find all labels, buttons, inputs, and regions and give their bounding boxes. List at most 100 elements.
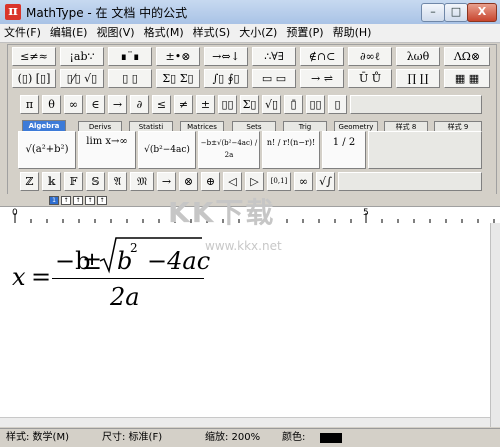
watermark-logo: KK下载 [168, 196, 276, 229]
tab-algebra[interactable]: Algebra [22, 120, 66, 131]
blackboard-k-button[interactable]: 𝕜 [42, 172, 61, 191]
arrow-symbols-button[interactable]: →⇔↓ [204, 47, 248, 66]
partial-derivative-button[interactable]: ∂ [130, 95, 149, 114]
not-equal-button[interactable]: ≠ [174, 95, 193, 114]
integral-button[interactable]: ∫▯ ∮▯ [204, 69, 248, 88]
underbar-overbar-button[interactable]: ▭ ▭ [252, 69, 296, 88]
size-sub-button[interactable]: ↑ [61, 196, 71, 205]
watermark-url: www.kkx.net [205, 239, 282, 253]
equation-editor[interactable]: KK下载 www.kkx.net x = −b ± b 2 −4ac 2a [0, 196, 490, 427]
plus-minus-button[interactable]: ± [196, 95, 215, 114]
empty-symbol-bar [338, 172, 482, 191]
fraction-bar [52, 278, 204, 279]
infinity-button[interactable]: ∞ [294, 172, 313, 191]
circled-plus-button[interactable]: ⊕ [201, 172, 220, 191]
menu-help[interactable]: 帮助(H) [329, 24, 377, 41]
menu-size[interactable]: 大小(Z) [235, 24, 282, 41]
tab-sets[interactable]: Sets [232, 121, 276, 131]
left-triangle-button[interactable]: ◁ [223, 172, 242, 191]
template-combination[interactable]: n! / r!(n−r)! [262, 131, 320, 169]
operator-symbols-button[interactable]: ±•⊗ [156, 47, 200, 66]
minimize-button[interactable]: – [421, 3, 445, 22]
ruler-label-0: 0 [12, 208, 18, 218]
template-discriminant-root[interactable]: √(b²−4ac) [138, 131, 196, 169]
products-set-theory-button[interactable]: Ū Ů [348, 69, 392, 88]
window-title: MathType - 在 文档 中的公式 [26, 6, 188, 20]
menu-format[interactable]: 格式(M) [140, 24, 189, 41]
close-button[interactable]: X [467, 3, 497, 22]
template-limit[interactable]: lim x→∞ [78, 131, 136, 169]
summation-button[interactable]: Σ▯ Σ▯ [156, 69, 200, 88]
menu-view[interactable]: 视图(V) [92, 24, 139, 41]
size-subsub-button[interactable]: ↑ [73, 196, 83, 205]
logical-symbols-button[interactable]: ∴∀∃ [252, 47, 296, 66]
size-full-button[interactable]: 1 [49, 196, 59, 205]
menu-file[interactable]: 文件(F) [0, 24, 46, 41]
subscript-template-button[interactable]: ▯▯ [306, 95, 325, 114]
circled-times-button[interactable]: ⊗ [179, 172, 198, 191]
parentheses-button[interactable]: ▯▯ [218, 95, 237, 114]
right-arrow-button[interactable]: → [108, 95, 127, 114]
size-subsymbol-button[interactable]: ↑ [97, 196, 107, 205]
matrix-templates-button[interactable]: ▦ ▦ [444, 69, 490, 88]
less-equal-button[interactable]: ≤ [152, 95, 171, 114]
tab-style-8[interactable]: 样式 8 [384, 121, 428, 131]
overbar-template-button[interactable]: ▯̄ [284, 95, 303, 114]
labeled-arrow-button[interactable]: → ⇌ [300, 69, 344, 88]
template-pythagorean-root[interactable]: √(a²+b²) [18, 131, 76, 169]
blackboard-s-button[interactable]: 𝕊 [86, 172, 105, 191]
tab-trig[interactable]: Trig [283, 121, 327, 131]
tab-derivs[interactable]: Derivs [78, 121, 122, 131]
radicand-rest: −4ac [147, 247, 211, 275]
greek-lowercase-button[interactable]: λωθ [396, 47, 440, 66]
horizontal-scrollbar[interactable] [0, 417, 490, 427]
blackboard-f-button[interactable]: 𝔽 [64, 172, 83, 191]
box-template-button[interactable]: ▯ [328, 95, 347, 114]
fence-templates-button[interactable]: (▯) [▯] [12, 69, 56, 88]
tab-statistics[interactable]: Statisti [129, 121, 173, 131]
status-zoom: 缩放: 200% [205, 432, 261, 443]
color-swatch[interactable] [320, 433, 342, 443]
maximize-button[interactable]: □ [444, 3, 468, 22]
template-one-half[interactable]: 1 / 2 [322, 131, 366, 169]
fraction-radical-button[interactable]: ▯⁄▯ √▯ [60, 69, 104, 88]
product-templates-button[interactable]: ∏ ∐ [396, 69, 440, 88]
tab-style-9[interactable]: 样式 9 [434, 121, 482, 131]
fraktur-a-button[interactable]: 𝔄 [108, 172, 127, 191]
empty-custom-bar [350, 95, 482, 114]
menu-preferences[interactable]: 预置(P) [282, 24, 328, 41]
relational-symbols-button[interactable]: ≤≠≈ [12, 47, 56, 66]
radicand-exponent: 2 [130, 241, 138, 255]
status-bar: 样式: 数学(M) 尺寸: 标准(F) 缩放: 200% 颜色: [0, 428, 500, 447]
equals-sign: = [31, 263, 52, 291]
maps-to-button[interactable]: → [157, 172, 176, 191]
right-triangle-button[interactable]: ▷ [245, 172, 264, 191]
spaces-ellipses-button[interactable]: ¡ab∵ [60, 47, 104, 66]
set-theory-button[interactable]: ∉∩⊂ [300, 47, 344, 66]
closed-interval-button[interactable]: [0,1] [267, 172, 291, 191]
subscript-superscript-button[interactable]: ▯ ▯ [108, 69, 152, 88]
template-quadratic-formula[interactable]: −b±√(b²−4ac) / 2a [198, 131, 260, 169]
pi-symbol-button[interactable]: π [20, 95, 39, 114]
fraktur-m-button[interactable]: 𝔐 [130, 172, 154, 191]
mathtype-app-icon: π [5, 4, 21, 20]
blackboard-z-button[interactable]: ℤ [20, 172, 39, 191]
vertical-scrollbar[interactable] [490, 223, 500, 427]
tab-geometry[interactable]: Geometry [334, 121, 378, 131]
root-integral-button[interactable]: √∫ [316, 172, 335, 191]
empty-template-slot [368, 131, 482, 169]
greek-uppercase-button[interactable]: ΛΩ⊗ [444, 47, 490, 66]
symbol-palette: ≤≠≈ ¡ab∵ ∎¨∎ ±•⊗ →⇔↓ ∴∀∃ ∉∩⊂ ∂∞ℓ λωθ ΛΩ⊗… [7, 44, 497, 196]
embellishments-button[interactable]: ∎¨∎ [108, 47, 152, 66]
equation-lhs: x [12, 263, 26, 291]
element-of-button[interactable]: ∈ [86, 95, 105, 114]
misc-symbols-button[interactable]: ∂∞ℓ [348, 47, 392, 66]
sum-template-button[interactable]: Σ▯ [240, 95, 259, 114]
menu-style[interactable]: 样式(S) [189, 24, 236, 41]
theta-symbol-button[interactable]: θ [42, 95, 61, 114]
menu-edit[interactable]: 编辑(E) [46, 24, 93, 41]
infinity-symbol-button[interactable]: ∞ [64, 95, 83, 114]
sqrt-template-button[interactable]: √▯ [262, 95, 281, 114]
tab-matrices[interactable]: Matrices [180, 121, 224, 131]
size-symbol-button[interactable]: ↑ [85, 196, 95, 205]
